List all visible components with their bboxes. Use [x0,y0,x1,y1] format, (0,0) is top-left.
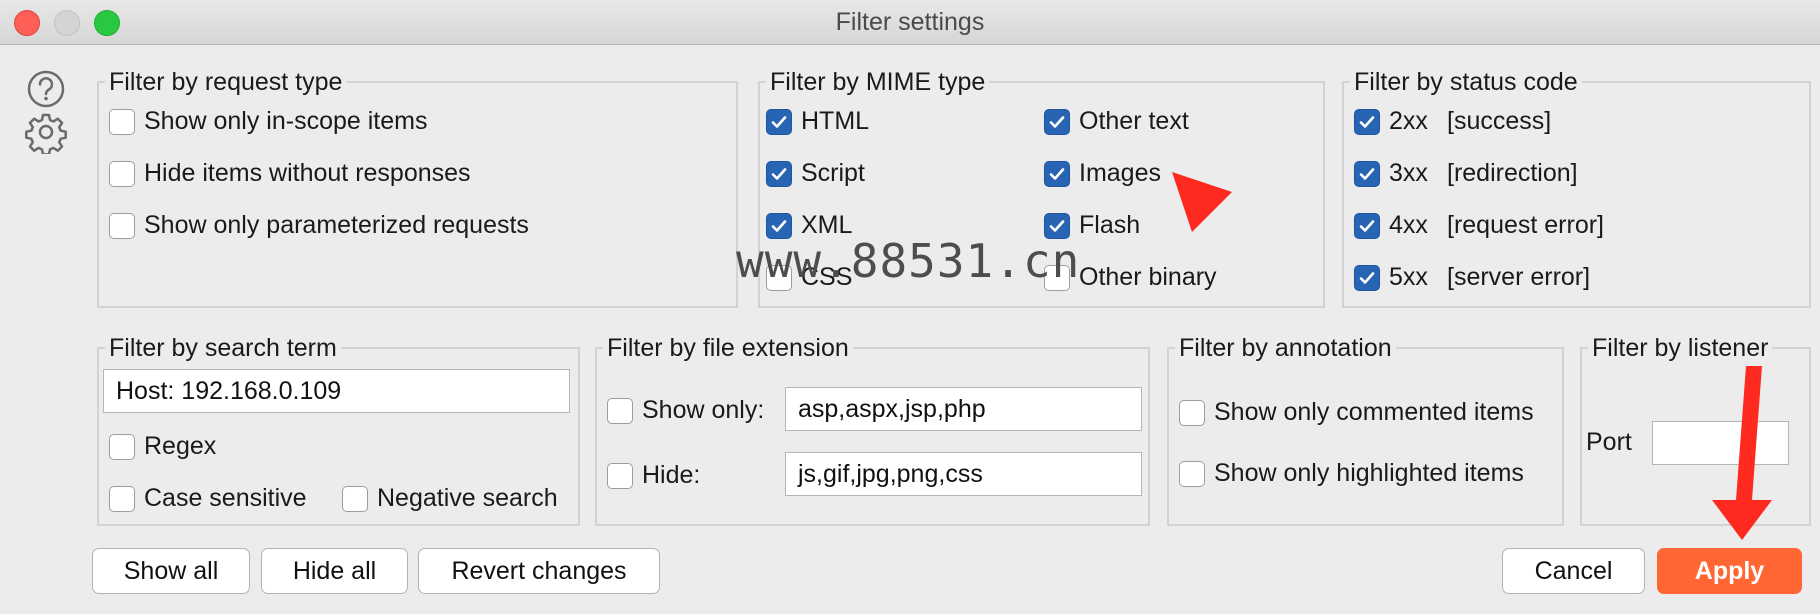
show-all-button[interactable]: Show all [92,548,250,594]
search-term-input[interactable]: Host: 192.168.0.109 [103,369,570,413]
port-label: Port [1586,428,1632,456]
status-desc-label: [server error] [1447,263,1591,291]
checkbox-label: Other binary [1079,263,1217,291]
checkbox-mime-images[interactable]: Images [1044,159,1161,188]
status-code-title: Filter by status code [1354,68,1578,96]
checkbox-mime-other-text[interactable]: Other text [1044,107,1189,136]
checkbox-mime-script[interactable]: Script [766,159,865,188]
checkbox-box[interactable] [1354,212,1380,239]
request-type-title: Filter by request type [109,68,343,96]
annotation-title: Filter by annotation [1179,334,1392,362]
listener-title: Filter by listener [1592,334,1769,362]
checkbox-box[interactable] [1354,108,1380,135]
checkbox-label: Case sensitive [144,484,307,512]
gear-icon[interactable] [24,110,68,156]
checkbox-label: Other text [1079,107,1189,135]
port-input[interactable] [1652,421,1789,465]
checkbox-box[interactable] [109,212,135,239]
checkbox-status-2xx[interactable]: 2xx [success] [1354,107,1551,136]
checkbox-label: Show only in-scope items [144,107,428,135]
checkbox-label: Script [801,159,865,187]
status-code-label: 5xx [1389,263,1428,291]
checkbox-box[interactable] [1179,460,1205,487]
checkbox-negative-search[interactable]: Negative search [342,484,558,513]
checkbox-box[interactable] [607,462,633,489]
checkbox-label: Show only parameterized requests [144,211,529,239]
status-code-label: 3xx [1389,159,1428,187]
checkbox-show-only-extensions[interactable]: Show only: [607,396,764,425]
request-type-group: Filter by request type [97,68,738,308]
checkbox-box[interactable] [342,485,368,512]
checkbox-hide-extensions[interactable]: Hide: [607,461,700,490]
cancel-button[interactable]: Cancel [1502,548,1645,594]
checkbox-box[interactable] [766,160,792,187]
checkbox-status-5xx[interactable]: 5xx [server error] [1354,263,1590,292]
checkbox-label: HTML [801,107,870,135]
status-desc-label: [request error] [1447,211,1605,239]
checkbox-box[interactable] [766,108,792,135]
hide-all-button[interactable]: Hide all [261,548,408,594]
watermark-text: www.88531.cn [736,234,1081,288]
checkbox-regex[interactable]: Regex [109,432,216,461]
checkbox-label: Show only commented items [1214,398,1534,426]
checkbox-case-sensitive[interactable]: Case sensitive [109,484,307,513]
show-only-extensions-input[interactable]: asp,aspx,jsp,php [785,387,1142,431]
checkbox-box[interactable] [109,433,135,460]
checkbox-box[interactable] [109,485,135,512]
checkbox-in-scope-items[interactable]: Show only in-scope items [109,107,427,136]
checkbox-label: Regex [144,432,217,460]
checkbox-label: Negative search [377,484,558,512]
status-code-label: 2xx [1389,107,1428,135]
checkbox-status-4xx[interactable]: 4xx [request error] [1354,211,1604,240]
revert-changes-button[interactable]: Revert changes [418,548,660,594]
checkbox-box[interactable] [1354,160,1380,187]
title-bar: Filter settings [0,0,1820,45]
checkbox-label: Flash [1079,211,1141,239]
checkbox-box[interactable] [1044,160,1070,187]
apply-button[interactable]: Apply [1657,548,1802,594]
checkbox-box[interactable] [109,160,135,187]
checkbox-box[interactable] [1179,399,1205,426]
checkbox-label: Hide items without responses [144,159,471,187]
checkbox-box[interactable] [1354,264,1380,291]
checkbox-mime-html[interactable]: HTML [766,107,869,136]
mime-type-title: Filter by MIME type [770,68,986,96]
annotation-group: Filter by annotation [1167,334,1564,526]
checkbox-label: Hide: [642,461,701,489]
question-circle-icon[interactable] [24,67,68,111]
search-term-title: Filter by search term [109,334,337,362]
checkbox-label: Show only: [642,396,765,424]
hide-extensions-input[interactable]: js,gif,jpg,png,css [785,452,1142,496]
checkbox-hide-without-responses[interactable]: Hide items without responses [109,159,471,188]
file-extension-title: Filter by file extension [607,334,849,362]
status-desc-label: [success] [1447,107,1552,135]
checkbox-label: Show only highlighted items [1214,459,1524,487]
checkbox-box[interactable] [1044,108,1070,135]
status-code-label: 4xx [1389,211,1428,239]
checkbox-label: Images [1079,159,1161,187]
checkbox-box[interactable] [607,397,633,424]
status-desc-label: [redirection] [1447,159,1578,187]
checkbox-box[interactable] [109,108,135,135]
checkbox-parameterized-requests[interactable]: Show only parameterized requests [109,211,529,240]
window-title: Filter settings [835,8,985,36]
checkbox-commented-items[interactable]: Show only commented items [1179,398,1534,427]
checkbox-highlighted-items[interactable]: Show only highlighted items [1179,459,1524,488]
checkbox-status-3xx[interactable]: 3xx [redirection] [1354,159,1578,188]
